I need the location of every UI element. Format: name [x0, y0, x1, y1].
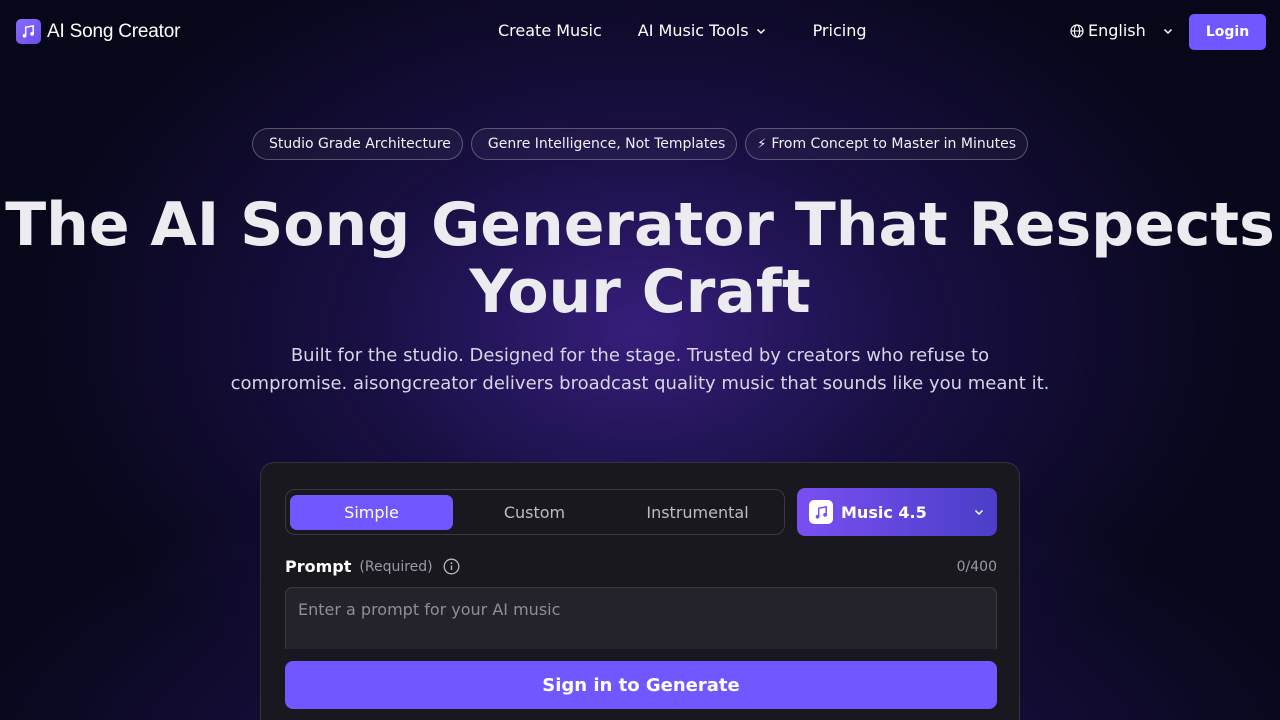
info-icon[interactable] [443, 558, 460, 575]
nav-create-music[interactable]: Create Music [498, 21, 602, 40]
sign-in-to-generate-button[interactable]: Sign in to Generate [285, 661, 997, 709]
chevron-down-icon [973, 506, 985, 518]
nav-ai-music-tools[interactable]: AI Music Tools [638, 21, 767, 40]
hero-title: The AI Song Generator That Respects Your… [0, 192, 1280, 326]
prompt-header: Prompt (Required) 0/400 [285, 557, 997, 576]
model-selector[interactable]: Music 4.5 [797, 488, 997, 536]
nav-ai-music-tools-label: AI Music Tools [637, 21, 749, 40]
feature-badge: ⚡ From Concept to Master in Minutes [745, 128, 1028, 160]
prompt-label: Prompt [285, 557, 352, 576]
chevron-down-icon [755, 25, 767, 37]
feature-badges: Studio Grade Architecture Genre Intellig… [0, 128, 1280, 160]
hero-subtitle-line: Built for the studio. Designed for the s… [290, 345, 990, 366]
globe-icon [1070, 23, 1084, 38]
language-label: English [1088, 21, 1146, 40]
prompt-required-label: (Required) [359, 558, 433, 575]
login-button[interactable]: Login [1189, 14, 1266, 50]
prompt-input[interactable] [285, 587, 997, 649]
tab-custom[interactable]: Custom [453, 495, 616, 530]
badge-text: Studio Grade Architecture [269, 136, 451, 152]
feature-badge: Genre Intelligence, Not Templates [470, 128, 738, 160]
nav-create-music-label: Create Music [498, 21, 602, 40]
tab-instrumental[interactable]: Instrumental [616, 495, 779, 530]
brand-name: AI Song Creator [47, 20, 181, 42]
tab-simple[interactable]: Simple [290, 494, 453, 530]
badge-text: Genre Intelligence, Not Templates [487, 136, 726, 152]
hero-title-line: The AI Song Generator That Respects [5, 190, 1275, 260]
feature-badge: Studio Grade Architecture [252, 128, 463, 160]
hero-subtitle: Built for the studio. Designed for the s… [220, 342, 1060, 398]
mode-tabs: Simple Custom Instrumental [285, 489, 785, 535]
brand-logo-link[interactable]: AI Song Creator [16, 19, 180, 44]
prompt-char-count: 0/400 [956, 558, 997, 575]
badge-text: From Concept to Master in Minutes [771, 136, 1016, 152]
nav-pricing-label: Pricing [812, 21, 867, 40]
nav-pricing[interactable]: Pricing [813, 21, 867, 40]
chevron-down-icon [1162, 25, 1174, 37]
language-selector[interactable]: English [1070, 21, 1174, 40]
hero-title-line: Your Craft [469, 257, 811, 327]
lightning-icon: ⚡ [757, 136, 767, 152]
top-nav: AI Song Creator Create Music AI Music To… [0, 0, 1280, 64]
music-note-icon [16, 19, 41, 44]
hero-subtitle-line: compromise. aisongcreator delivers broad… [230, 373, 1050, 394]
music-note-icon [809, 500, 833, 524]
generator-card: Simple Custom Instrumental Music 4.5 Pro… [260, 462, 1020, 720]
model-label: Music 4.5 [841, 502, 927, 522]
nav-links: Create Music AI Music Tools Pricing [498, 21, 867, 40]
